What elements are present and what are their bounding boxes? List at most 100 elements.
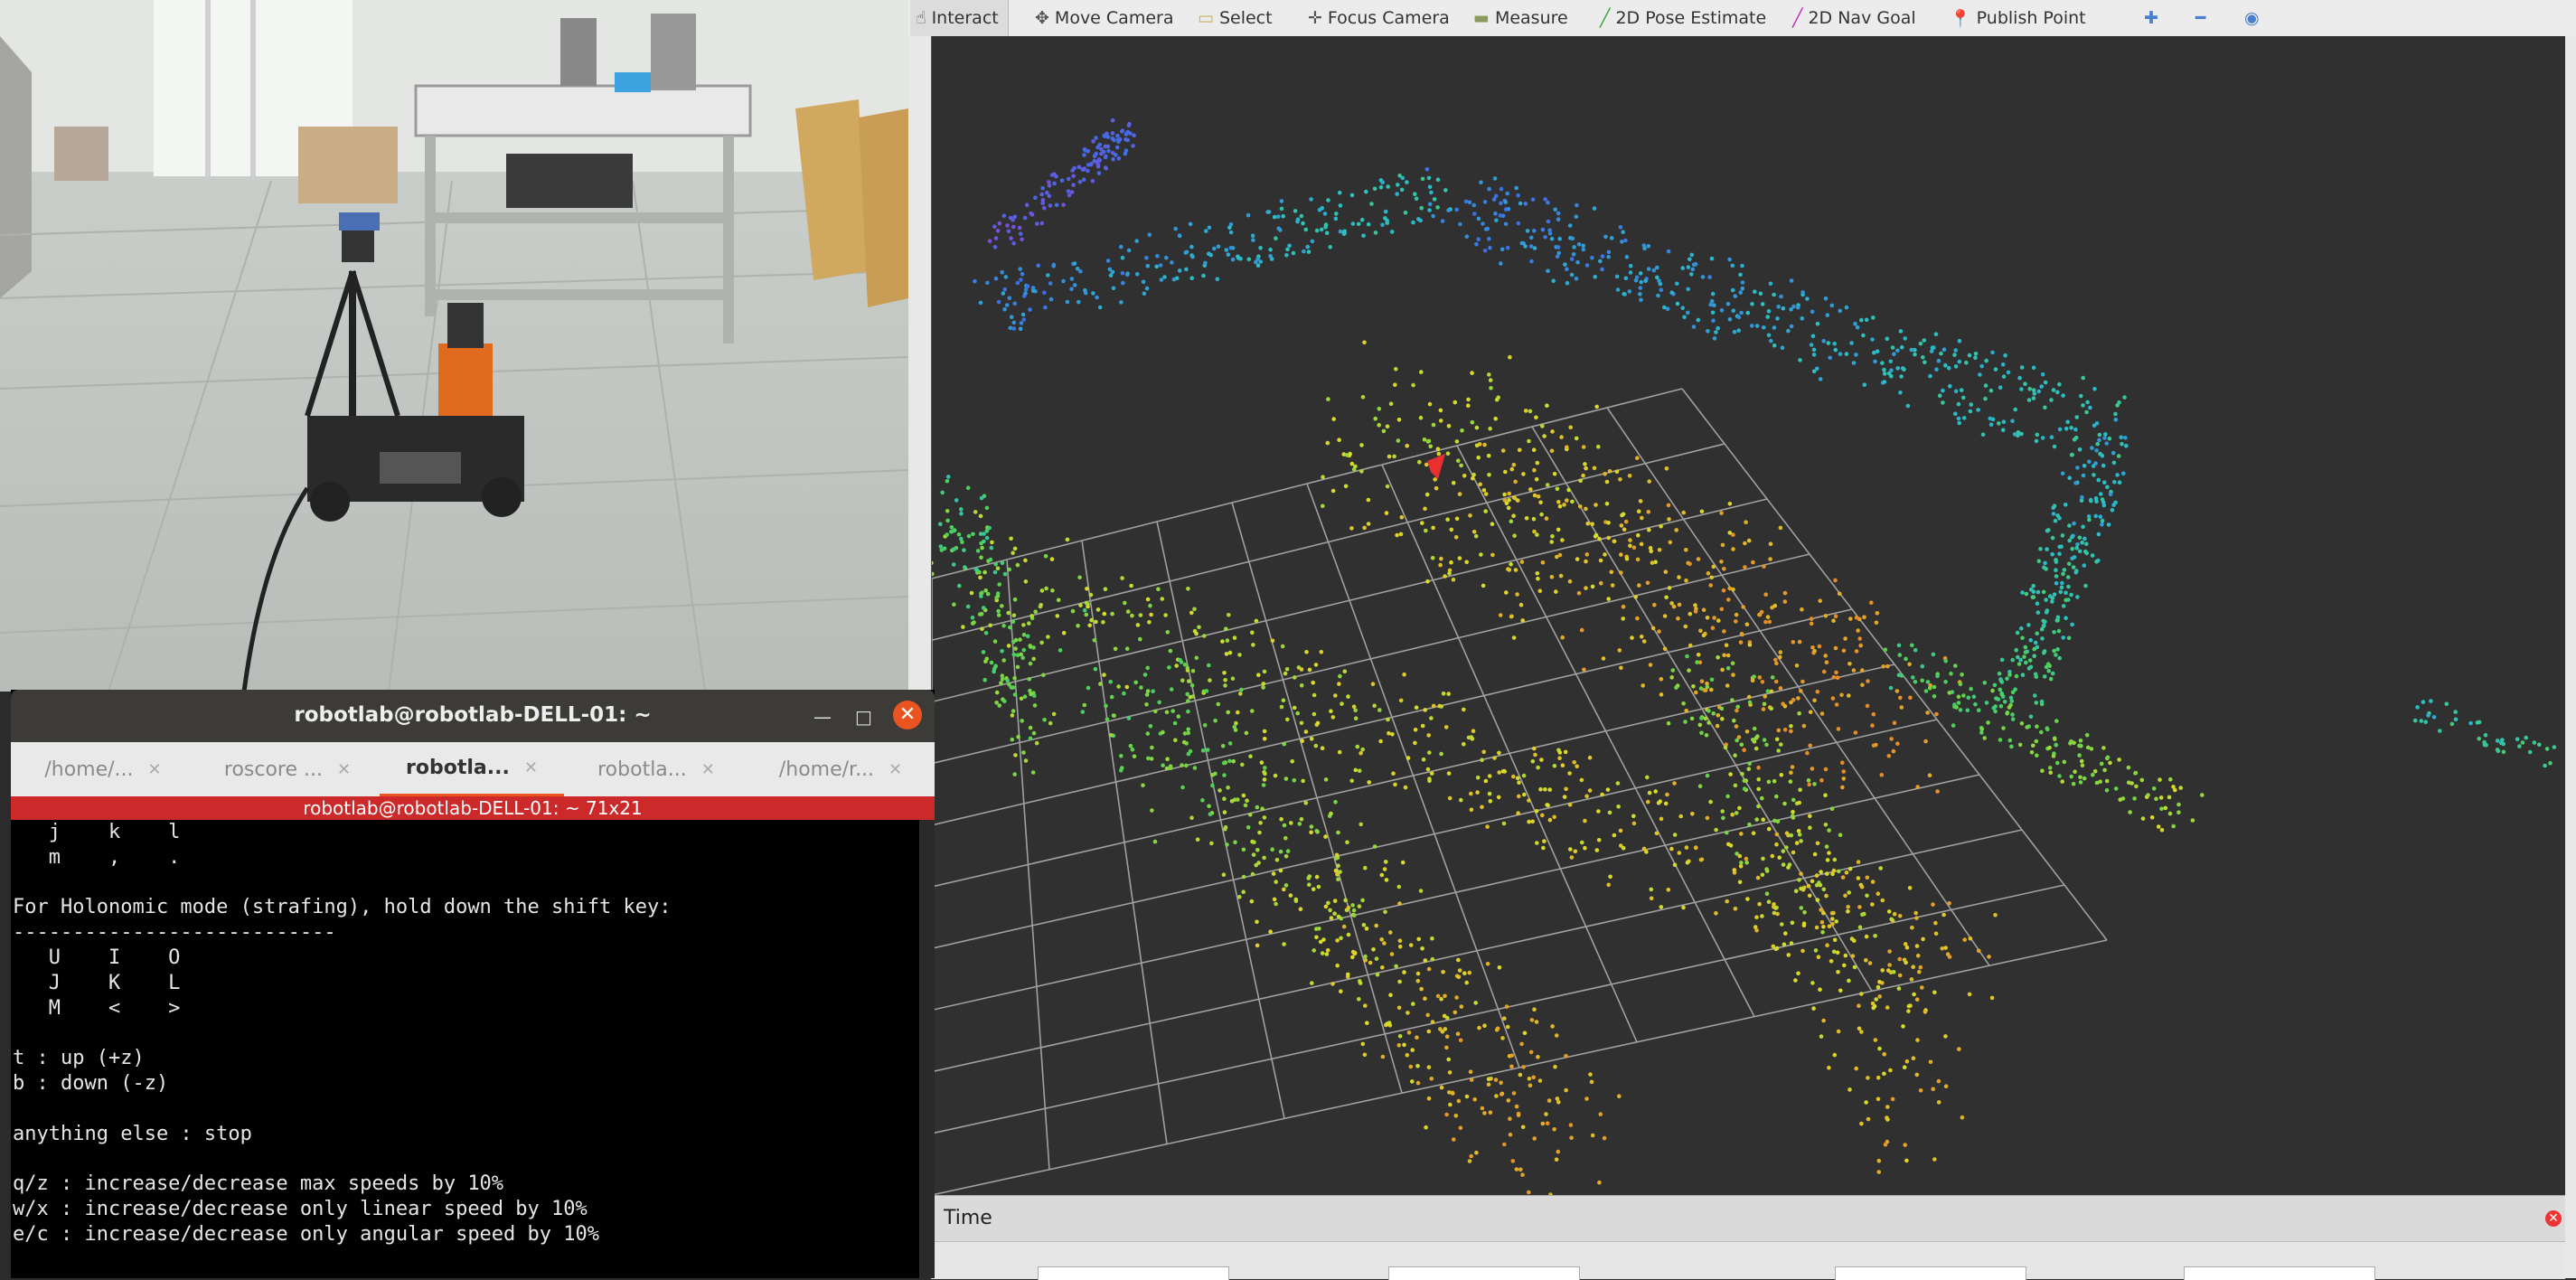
cloud-point bbox=[1489, 1077, 1493, 1081]
cloud-point bbox=[1326, 441, 1330, 446]
cloud-point bbox=[2033, 693, 2037, 698]
cloud-point bbox=[1822, 670, 1827, 674]
terminal-tab[interactable]: robotla...✕ bbox=[564, 742, 748, 796]
close-icon[interactable]: ✕ bbox=[893, 701, 922, 729]
camera-type-icon[interactable]: ◉ bbox=[2244, 0, 2260, 36]
cloud-point bbox=[2100, 522, 2104, 527]
cloud-point bbox=[2104, 441, 2109, 446]
close-tab-icon[interactable]: ✕ bbox=[888, 760, 902, 779]
close-icon[interactable]: ✕ bbox=[2545, 1210, 2562, 1227]
cloud-point bbox=[1192, 607, 1197, 612]
3d-viewport[interactable] bbox=[931, 36, 2566, 1195]
cloud-point bbox=[1674, 685, 1678, 690]
cloud-point bbox=[1367, 780, 1371, 785]
terminal-tab[interactable]: roscore ...✕ bbox=[195, 742, 380, 796]
cloud-point bbox=[1622, 527, 1627, 532]
cloud-point bbox=[1185, 250, 1189, 255]
terminal-tab[interactable]: robotla...✕ bbox=[380, 742, 564, 796]
robot-pose-marker[interactable] bbox=[1427, 454, 1445, 479]
close-tab-icon[interactable]: ✕ bbox=[524, 758, 538, 777]
cloud-point bbox=[1859, 1030, 1864, 1034]
cloud-point bbox=[1591, 585, 1595, 589]
cloud-point bbox=[1454, 995, 1459, 1000]
grid-line bbox=[932, 940, 2107, 1195]
cloud-point bbox=[1556, 245, 1561, 249]
cloud-point bbox=[1336, 831, 1340, 835]
terminal-tab[interactable]: /home/...✕ bbox=[11, 742, 195, 796]
right-panel-splitter[interactable] bbox=[2565, 36, 2576, 1278]
terminal-tab-label: /home/r... bbox=[779, 758, 874, 781]
tool-interact[interactable]: ☝Interact bbox=[910, 0, 1009, 36]
cloud-point bbox=[1848, 616, 1853, 621]
cloud-point bbox=[1815, 873, 1819, 878]
cloud-point bbox=[1471, 420, 1475, 425]
tool-publish-point[interactable]: 📍Publish Point bbox=[1950, 0, 2086, 36]
cloud-point bbox=[1585, 552, 1590, 557]
cloud-point bbox=[1318, 208, 1322, 212]
cloud-point bbox=[1527, 820, 1531, 824]
cloud-point bbox=[1334, 212, 1339, 216]
cloud-point bbox=[1394, 367, 1398, 372]
cloud-point bbox=[1150, 808, 1154, 813]
cloud-point bbox=[1580, 628, 1584, 633]
cloud-point bbox=[1382, 429, 1387, 434]
cloud-point bbox=[1810, 880, 1815, 884]
cloud-point bbox=[1012, 614, 1017, 618]
cloud-point bbox=[1932, 653, 1936, 657]
cloud-point bbox=[1499, 202, 1503, 206]
cloud-point bbox=[1374, 924, 1378, 928]
cloud-point bbox=[2075, 542, 2080, 547]
tool-measure[interactable]: ▬Measure bbox=[1473, 0, 1568, 36]
tool-focus-camera[interactable]: ✛Focus Camera bbox=[1308, 0, 1450, 36]
cloud-point bbox=[1948, 691, 1952, 695]
cloud-point bbox=[1865, 894, 1869, 899]
tool-move-camera[interactable]: ✥Move Camera bbox=[1035, 0, 1173, 36]
cloud-point bbox=[995, 691, 1000, 695]
terminal-scrollbar[interactable] bbox=[919, 820, 935, 1278]
cloud-point bbox=[1309, 197, 1313, 202]
cloud-point bbox=[2121, 472, 2126, 476]
cloud-point bbox=[1466, 403, 1471, 408]
cloud-point bbox=[1834, 919, 1838, 924]
close-tab-icon[interactable]: ✕ bbox=[701, 760, 715, 779]
cloud-point bbox=[1202, 634, 1207, 638]
cloud-point bbox=[1925, 711, 1930, 715]
point-cloud-scene[interactable] bbox=[932, 36, 2566, 1195]
cloud-point bbox=[1013, 547, 1018, 551]
cloud-point bbox=[1857, 876, 1861, 880]
cloud-point bbox=[1031, 657, 1036, 662]
tool-2d-nav-goal[interactable]: ╱2D Nav Goal bbox=[1792, 0, 1916, 36]
cloud-point bbox=[1358, 904, 1362, 908]
remove-tool-icon[interactable]: ━ bbox=[2195, 0, 2205, 36]
cloud-point bbox=[2045, 728, 2050, 732]
cloud-point bbox=[1464, 560, 1469, 565]
cloud-point bbox=[2517, 744, 2522, 748]
cloud-point bbox=[1540, 814, 1545, 818]
terminal-output[interactable]: j k l m , .For Holonomic mode (strafing)… bbox=[11, 820, 921, 1278]
cloud-point bbox=[1635, 456, 1640, 460]
cloud-point bbox=[1812, 649, 1817, 654]
cloud-point bbox=[1304, 801, 1309, 805]
cloud-point bbox=[1684, 579, 1688, 583]
cloud-point bbox=[1937, 1079, 1941, 1084]
cloud-point bbox=[1966, 709, 1970, 713]
cloud-point bbox=[1102, 134, 1106, 138]
cloud-point bbox=[1642, 247, 1647, 251]
add-tool-icon[interactable]: ✚ bbox=[2144, 0, 2158, 36]
maximize-icon[interactable]: □ bbox=[855, 706, 872, 728]
cloud-point bbox=[1543, 235, 1547, 240]
cloud-point bbox=[1873, 934, 1877, 938]
terminal-tabs: /home/...✕roscore ...✕robotla...✕robotla… bbox=[11, 742, 935, 797]
cloud-point bbox=[2191, 818, 2195, 823]
terminal-tab[interactable]: /home/r... ✕ bbox=[748, 742, 933, 796]
cloud-point bbox=[1548, 231, 1553, 236]
tool-2d-pose-estimate[interactable]: ╱2D Pose Estimate bbox=[1600, 0, 1766, 36]
cloud-point bbox=[1260, 760, 1264, 765]
cloud-point bbox=[1487, 372, 1491, 377]
cloud-point bbox=[2059, 590, 2064, 595]
tool-select[interactable]: ▭Select bbox=[1198, 0, 1273, 36]
close-tab-icon[interactable]: ✕ bbox=[337, 760, 351, 779]
cloud-point bbox=[1786, 865, 1791, 870]
close-tab-icon[interactable]: ✕ bbox=[148, 760, 162, 779]
minimize-icon[interactable]: — bbox=[813, 706, 832, 728]
